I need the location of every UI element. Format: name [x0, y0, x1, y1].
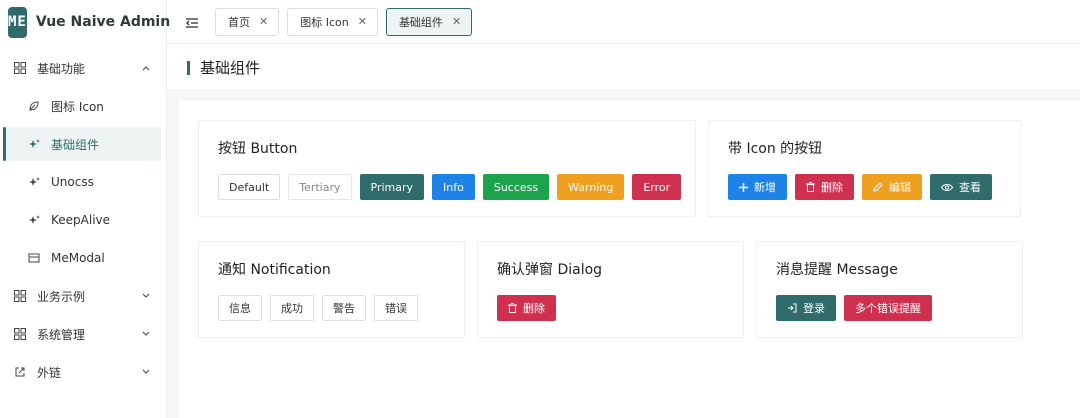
sidebar-item-label: 系统管理 — [37, 327, 86, 342]
info-notification-button[interactable]: 信息 — [218, 295, 262, 321]
info-button[interactable]: Info — [432, 174, 475, 200]
sidebar-item-memodal[interactable]: MeModal — [5, 241, 161, 275]
close-icon[interactable]: ✕ — [259, 15, 268, 28]
sidebar-item-basic-components[interactable]: 基础组件 — [3, 127, 161, 161]
chevron-up-icon — [141, 62, 151, 76]
tab-label: 首页 — [228, 15, 250, 29]
sidebar-menu: 基础功能 图标 Icon 基础组件 Unocss KeepAlive MeMod… — [0, 51, 166, 389]
card-message: 消息提醒 Message 登录 多个错误提醒 — [756, 241, 1023, 338]
sidebar-item-label: 业务示例 — [37, 289, 86, 304]
chevron-down-icon — [141, 328, 151, 342]
tab-home[interactable]: 首页 ✕ — [215, 7, 280, 36]
plus-icon — [739, 182, 748, 192]
brand[interactable]: ME Vue Naive Admin — [0, 0, 170, 44]
edit-button[interactable]: 编辑 — [862, 174, 922, 200]
chevron-down-icon — [141, 366, 151, 380]
app-title: Vue Naive Admin — [35, 14, 171, 30]
trash-icon — [508, 303, 517, 313]
sidebar-item-unocss[interactable]: Unocss — [5, 165, 161, 199]
card-icon-button: 带 Icon 的按钮 新增 删除 编辑 查看 — [708, 120, 1021, 217]
card-title: 按钮 Button — [218, 141, 298, 157]
sidebar-item-label: 基础组件 — [51, 137, 100, 152]
button-group: 登录 多个错误提醒 — [776, 295, 932, 321]
page-title: 基础组件 — [200, 59, 261, 77]
sidebar-item-system-management[interactable]: 系统管理 — [5, 317, 161, 351]
button-group: Default Tertiary Primary Info Success Wa… — [218, 174, 682, 200]
default-button[interactable]: Default — [218, 174, 281, 200]
button-label: 删除 — [821, 181, 843, 194]
error-notification-button[interactable]: 错误 — [374, 295, 418, 321]
card-dialog: 确认弹窗 Dialog 删除 — [477, 241, 744, 338]
login-button[interactable]: 登录 — [776, 295, 836, 321]
sidebar-item-label: Unocss — [51, 175, 94, 189]
sidebar-item-label: 基础功能 — [37, 61, 86, 76]
title-accent-bar — [187, 60, 190, 75]
sparkle-icon — [27, 213, 41, 227]
button-group: 新增 删除 编辑 查看 — [728, 174, 992, 200]
view-button[interactable]: 查看 — [930, 174, 992, 200]
page-header: 基础组件 — [167, 45, 1080, 91]
eye-icon — [941, 183, 953, 192]
grid-icon — [13, 289, 27, 303]
button-group: 删除 — [497, 295, 556, 321]
sidebar: ME Vue Naive Admin 基础功能 图标 Icon 基础组件 Uno… — [0, 0, 170, 418]
chevron-down-icon — [141, 290, 151, 304]
success-button[interactable]: Success — [482, 174, 550, 200]
grid-icon — [13, 61, 27, 75]
card-title: 通知 Notification — [218, 262, 331, 278]
add-button[interactable]: 新增 — [728, 174, 787, 200]
sidebar-item-label: 外链 — [37, 365, 62, 380]
window-icon — [27, 251, 41, 265]
sparkle-icon — [27, 175, 41, 189]
card-notification: 通知 Notification 信息 成功 警告 错误 — [198, 241, 465, 338]
warning-button[interactable]: Warning — [557, 174, 625, 200]
content-panel: 按钮 Button Default Tertiary Primary Info … — [179, 101, 1080, 418]
app-logo: ME — [8, 6, 27, 38]
button-label: 删除 — [523, 302, 545, 315]
close-icon[interactable]: ✕ — [452, 15, 461, 28]
sidebar-item-basic-features[interactable]: 基础功能 — [5, 51, 161, 85]
sidebar-item-label: KeepAlive — [51, 213, 111, 227]
success-notification-button[interactable]: 成功 — [270, 295, 314, 321]
tab-label: 图标 Icon — [300, 15, 349, 29]
primary-button[interactable]: Primary — [359, 174, 425, 200]
card-title: 带 Icon 的按钮 — [728, 141, 823, 157]
button-label: 查看 — [959, 181, 981, 194]
multiple-errors-button[interactable]: 多个错误提醒 — [844, 295, 932, 321]
tab-bar: 首页 ✕ 图标 Icon ✕ 基础组件 ✕ — [167, 0, 1080, 44]
button-label: 新增 — [754, 181, 776, 194]
login-icon — [787, 303, 797, 313]
content-area: 按钮 Button Default Tertiary Primary Info … — [167, 92, 1080, 418]
sidebar-item-external-links[interactable]: 外链 — [5, 355, 161, 389]
card-title: 确认弹窗 Dialog — [497, 262, 603, 278]
sidebar-item-label: MeModal — [51, 251, 105, 265]
tertiary-button[interactable]: Tertiary — [288, 174, 352, 200]
menu-fold-icon[interactable] — [185, 15, 199, 29]
error-button[interactable]: Error — [632, 174, 682, 200]
button-label: 登录 — [803, 302, 825, 315]
dialog-delete-button[interactable]: 删除 — [497, 295, 556, 321]
card-button: 按钮 Button Default Tertiary Primary Info … — [198, 120, 696, 217]
warning-notification-button[interactable]: 警告 — [322, 295, 366, 321]
grid-icon — [13, 327, 27, 341]
sidebar-item-label: 图标 Icon — [51, 99, 104, 114]
sidebar-item-icon[interactable]: 图标 Icon — [5, 89, 161, 123]
tab-label: 基础组件 — [398, 15, 443, 29]
close-icon[interactable]: ✕ — [358, 15, 367, 28]
pencil-icon — [873, 182, 883, 192]
tab-basic-components[interactable]: 基础组件 ✕ — [385, 7, 473, 36]
delete-button[interactable]: 删除 — [795, 174, 854, 200]
sparkle-icon — [27, 137, 41, 151]
sidebar-item-keepalive[interactable]: KeepAlive — [5, 203, 161, 237]
sidebar-item-business-examples[interactable]: 业务示例 — [5, 279, 161, 313]
button-group: 信息 成功 警告 错误 — [218, 295, 418, 321]
trash-icon — [806, 182, 815, 192]
leaf-icon — [27, 99, 41, 113]
tab-icon[interactable]: 图标 Icon ✕ — [287, 7, 378, 36]
card-title: 消息提醒 Message — [776, 262, 898, 278]
external-link-icon — [13, 365, 27, 379]
button-label: 编辑 — [889, 181, 911, 194]
